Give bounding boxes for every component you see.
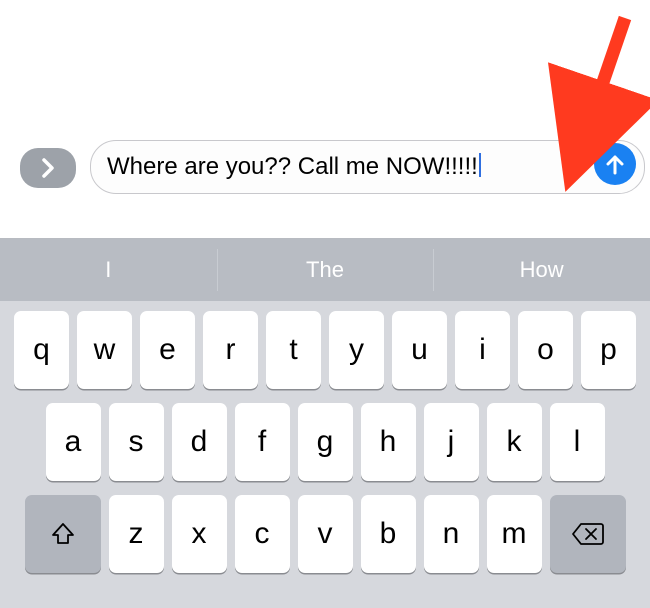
key-i[interactable]: i xyxy=(455,311,510,389)
suggestion-1[interactable]: I xyxy=(0,239,217,301)
key-t[interactable]: t xyxy=(266,311,321,389)
key-w[interactable]: w xyxy=(77,311,132,389)
key-x[interactable]: x xyxy=(172,495,227,573)
key-k[interactable]: k xyxy=(487,403,542,481)
key-e[interactable]: e xyxy=(140,311,195,389)
shift-icon xyxy=(49,520,77,548)
suggestion-3[interactable]: How xyxy=(433,239,650,301)
key-d[interactable]: d xyxy=(172,403,227,481)
key-m[interactable]: m xyxy=(487,495,542,573)
key-z[interactable]: z xyxy=(109,495,164,573)
key-y[interactable]: y xyxy=(329,311,384,389)
key-v[interactable]: v xyxy=(298,495,353,573)
key-backspace[interactable] xyxy=(550,495,626,573)
key-rows: q w e r t y u i o p a s d f g h j k l xyxy=(0,301,650,581)
key-g[interactable]: g xyxy=(298,403,353,481)
send-button[interactable] xyxy=(594,143,636,185)
suggestion-2[interactable]: The xyxy=(217,239,434,301)
backspace-icon xyxy=(571,522,605,546)
compose-area: Where are you?? Call me NOW!!!!! xyxy=(20,140,645,194)
text-cursor xyxy=(479,153,481,177)
message-text: Where are you?? Call me NOW!!!!! xyxy=(107,151,481,182)
suggestion-bar: I The How xyxy=(0,239,650,301)
key-o[interactable]: o xyxy=(518,311,573,389)
key-n[interactable]: n xyxy=(424,495,479,573)
key-j[interactable]: j xyxy=(424,403,479,481)
key-row-2: a s d f g h j k l xyxy=(6,403,644,481)
chevron-right-icon xyxy=(39,157,57,179)
key-a[interactable]: a xyxy=(46,403,101,481)
key-l[interactable]: l xyxy=(550,403,605,481)
arrow-up-icon xyxy=(604,152,626,176)
key-h[interactable]: h xyxy=(361,403,416,481)
key-u[interactable]: u xyxy=(392,311,447,389)
key-row-1: q w e r t y u i o p xyxy=(6,311,644,389)
key-shift[interactable] xyxy=(25,495,101,573)
keyboard: I The How q w e r t y u i o p a s d f g … xyxy=(0,238,650,608)
key-p[interactable]: p xyxy=(581,311,636,389)
key-f[interactable]: f xyxy=(235,403,290,481)
key-q[interactable]: q xyxy=(14,311,69,389)
expand-apps-button[interactable] xyxy=(20,148,76,188)
key-row-3: z x c v b n m xyxy=(6,495,644,573)
key-b[interactable]: b xyxy=(361,495,416,573)
key-r[interactable]: r xyxy=(203,311,258,389)
key-s[interactable]: s xyxy=(109,403,164,481)
message-input[interactable]: Where are you?? Call me NOW!!!!! xyxy=(90,140,645,194)
key-c[interactable]: c xyxy=(235,495,290,573)
